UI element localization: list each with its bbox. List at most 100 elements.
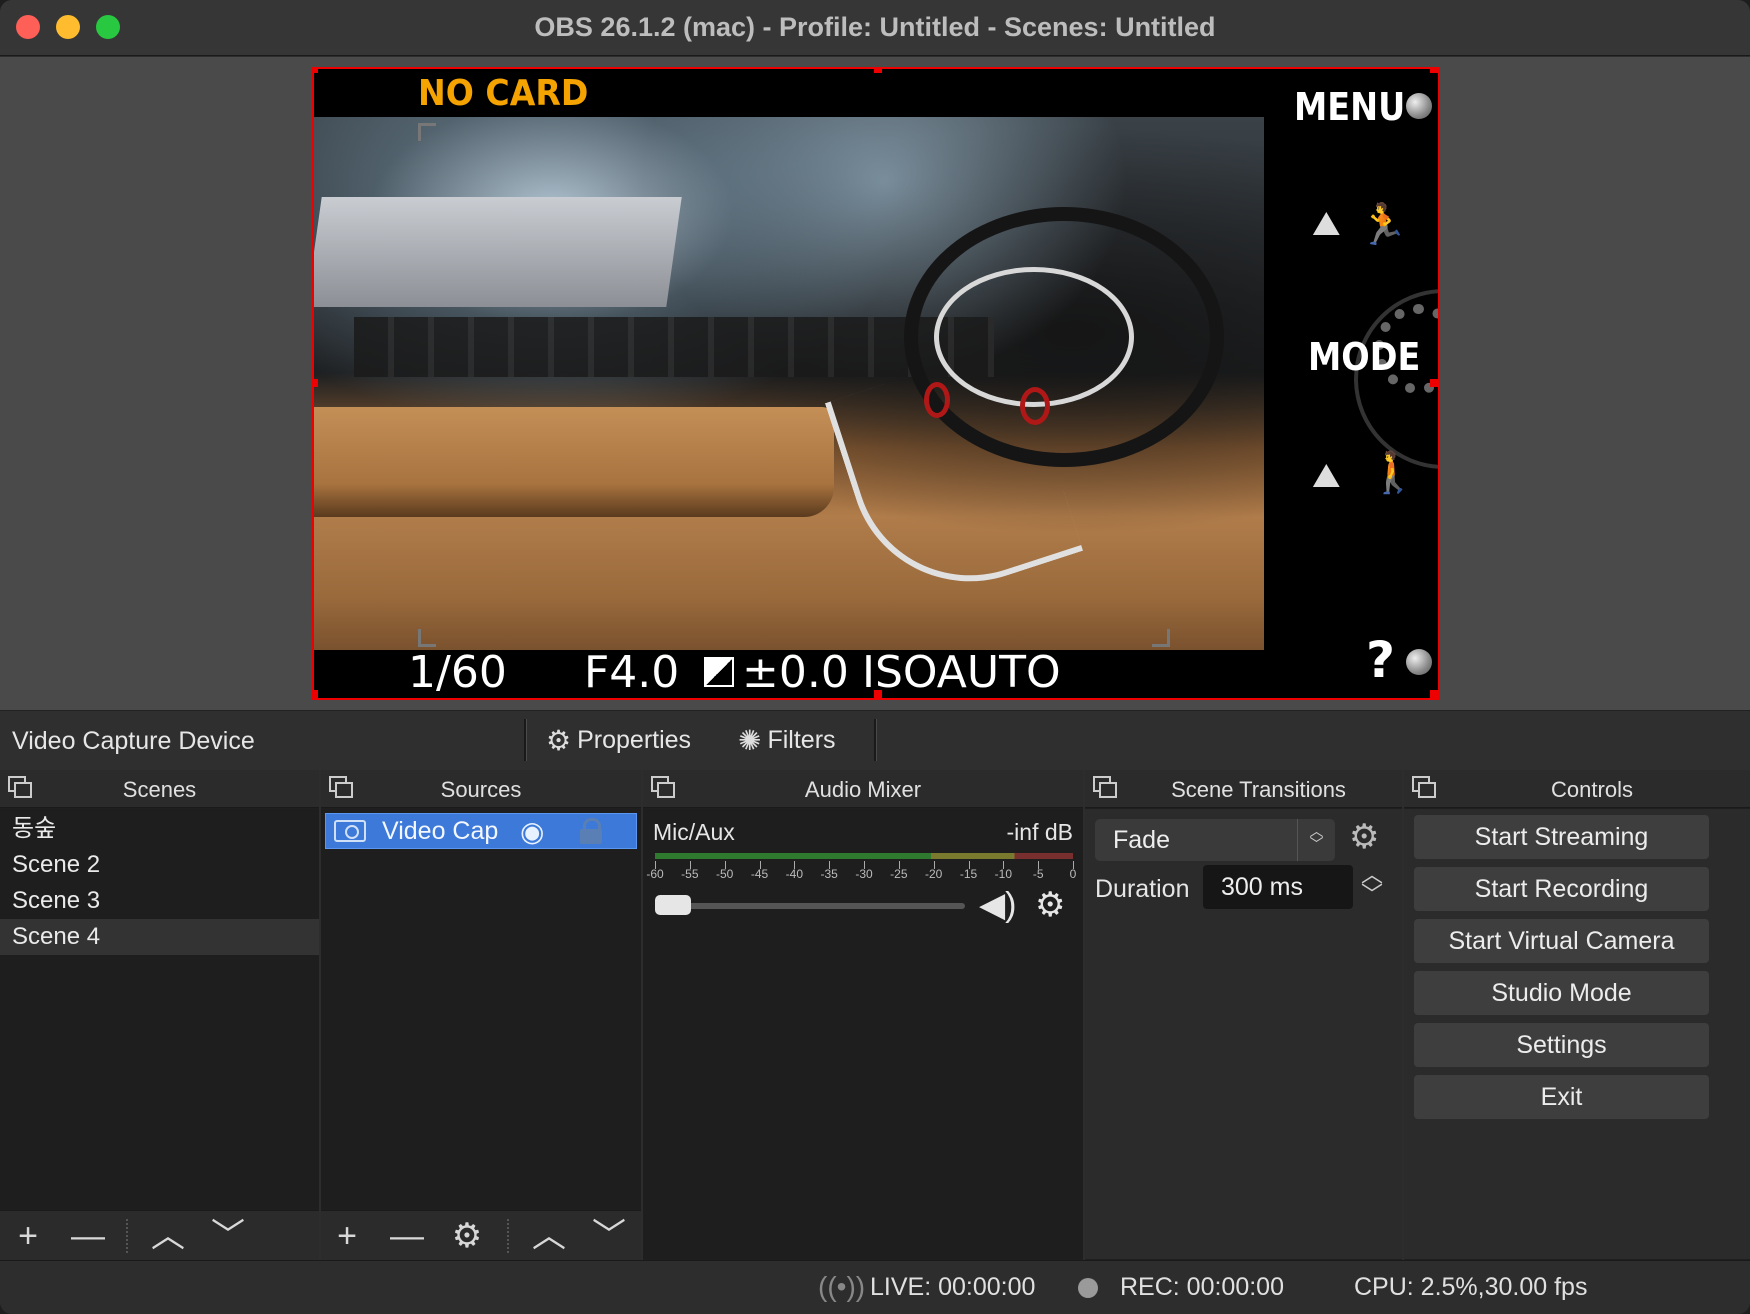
filters-button[interactable]: ✺ Filters (738, 723, 836, 757)
exposure-value: ±0.0 (742, 647, 849, 698)
transitions-title: Scene Transitions (1171, 777, 1346, 802)
volume-meter (655, 853, 1073, 859)
filter-icon: ✺ (738, 724, 762, 756)
source-toolbar: Video Capture Device ⚙ Properties ✺ Filt… (0, 710, 1750, 770)
start-virtual-camera-button[interactable]: Start Virtual Camera (1414, 919, 1709, 963)
controls-title: Controls (1551, 777, 1633, 802)
controls-dock: Controls Start Streaming Start Recording… (1404, 770, 1750, 1260)
speaker-icon[interactable]: ◀) (979, 885, 1016, 925)
sources-title: Sources (440, 777, 522, 802)
meter-tick-label: -40 (785, 867, 803, 881)
start-recording-button[interactable]: Start Recording (1414, 867, 1709, 911)
resize-handle[interactable] (1430, 379, 1438, 387)
exit-button[interactable]: Exit (1414, 1075, 1709, 1119)
toolbar-separator (507, 1219, 509, 1253)
studio-mode-button[interactable]: Studio Mode (1414, 971, 1709, 1015)
focus-corner-tl (418, 123, 436, 141)
help-label: ? (1366, 631, 1396, 689)
audio-mixer-dock-header: Audio Mixer (643, 770, 1083, 808)
resize-handle[interactable] (874, 690, 882, 698)
resize-handle[interactable] (314, 690, 318, 698)
running-person-icon: 🏃 (1358, 203, 1408, 247)
scene-item[interactable]: Scene 2 (0, 847, 319, 883)
iso-value: ISOAUTO (862, 647, 1061, 698)
visibility-eye-icon[interactable]: ◉ (520, 815, 544, 848)
landscape-icon: ⛰ (1312, 457, 1341, 495)
resize-handle[interactable] (874, 69, 882, 73)
mode-label: MODE (1308, 335, 1421, 379)
start-streaming-button[interactable]: Start Streaming (1414, 815, 1709, 859)
resize-handle[interactable] (314, 69, 318, 73)
status-bar: ((•)) LIVE: 00:00:00 REC: 00:00:00 CPU: … (0, 1260, 1750, 1314)
resize-handle[interactable] (1430, 69, 1438, 73)
meter-tick-label: -60 (646, 867, 664, 881)
move-source-up-button[interactable]: ︿ (529, 1217, 569, 1255)
add-source-button[interactable]: + (327, 1217, 367, 1255)
scene-item-selected[interactable]: Scene 4 (0, 919, 319, 955)
volume-slider[interactable] (655, 903, 965, 909)
live-broadcast-icon: ((•)) (818, 1271, 866, 1302)
sources-toolbar: + — ⚙ ︿ ﹀ (321, 1210, 641, 1260)
remove-source-button[interactable]: — (387, 1217, 427, 1255)
move-scene-up-button[interactable]: ︿ (148, 1217, 188, 1255)
resize-handle[interactable] (314, 379, 318, 387)
meter-tick-label: -10 (994, 867, 1012, 881)
camera-icon (334, 820, 366, 842)
toolbar-separator (524, 719, 527, 761)
scenes-toolbar: + — ︿ ﹀ (0, 1210, 319, 1260)
gear-icon[interactable]: ⚙ (1349, 817, 1379, 857)
meter-tick-label: -45 (750, 867, 769, 881)
preview-canvas[interactable]: NO CARD MENU ⛰ 🏃 MODE ⛰ 🚶 ? 1/60 F4.0 ±0… (312, 67, 1440, 700)
sources-dock: Sources Video Cap ◉ + — ⚙ ︿ ﹀ (321, 770, 641, 1260)
scenes-dock: Scenes 동숲 Scene 2 Scene 3 Scene 4 + — ︿ … (0, 770, 319, 1260)
properties-button[interactable]: ⚙ Properties (546, 723, 691, 757)
meter-tick-label: -5 (1032, 867, 1044, 881)
scenes-title: Scenes (122, 777, 197, 802)
aperture: F4.0 (584, 647, 680, 698)
title-bar: OBS 26.1.2 (mac) - Profile: Untitled - S… (0, 0, 1750, 56)
add-scene-button[interactable]: + (8, 1217, 48, 1255)
channel-level: -inf dB (1006, 819, 1073, 845)
source-item[interactable]: Video Cap ◉ (325, 813, 637, 849)
duration-field[interactable]: 300 ms (1203, 865, 1353, 909)
scenes-list: 동숲 Scene 2 Scene 3 Scene 4 (0, 809, 319, 1209)
gear-icon: ⚙ (546, 724, 572, 756)
move-source-down-button[interactable]: ﹀ (589, 1217, 629, 1255)
camera-feed-image (314, 117, 1264, 650)
focus-corner-br (1152, 629, 1170, 647)
audio-mixer-dock: Audio Mixer Mic/Aux -inf dB -60 -55 -50 -45… (643, 770, 1083, 1260)
no-card-label: NO CARD (418, 73, 589, 114)
scene-item[interactable]: 동숲 (0, 811, 319, 847)
settings-button[interactable]: Settings (1414, 1023, 1709, 1067)
audio-mixer-title: Audio Mixer (804, 777, 922, 802)
meter-tick-label: -15 (959, 867, 978, 881)
lock-icon[interactable] (580, 818, 602, 844)
focus-corner-bl (418, 629, 436, 647)
toolbar-separator (126, 1219, 128, 1253)
menu-label: MENU (1294, 85, 1406, 129)
meter-tick-label: -50 (715, 867, 734, 881)
move-scene-down-button[interactable]: ﹀ (208, 1217, 248, 1255)
resize-handle[interactable] (1430, 690, 1438, 698)
meter-tick-label: 0 (1069, 867, 1077, 881)
transitions-body: Fade ︿ ﹀ ⚙ Duration 300 ms ︿ ﹀ (1085, 809, 1402, 1259)
volume-slider-handle[interactable] (655, 895, 691, 915)
source-properties-button[interactable]: ⚙ (447, 1217, 487, 1255)
sources-dock-header: Sources (321, 770, 641, 808)
transitions-dock-header: Scene Transitions (1085, 770, 1402, 808)
cpu-status: CPU: 2.5%,30.00 fps (1354, 1273, 1588, 1301)
duration-stepper[interactable]: ︿ ﹀ (1357, 864, 1387, 909)
exposure-comp-icon (704, 657, 734, 687)
scene-item[interactable]: Scene 3 (0, 883, 319, 919)
shutter-speed: 1/60 (408, 647, 507, 698)
landscape-portrait-icon: ⛰ (1312, 205, 1341, 243)
gear-icon[interactable]: ⚙ (1035, 885, 1065, 925)
transition-select[interactable]: Fade ︿ ﹀ (1095, 819, 1335, 861)
source-name: Video Cap (382, 817, 499, 845)
meter-tick-label: -25 (890, 867, 908, 881)
record-dot-icon (1078, 1278, 1098, 1298)
preview-area[interactable]: NO CARD MENU ⛰ 🏃 MODE ⛰ 🚶 ? 1/60 F4.0 ±0… (0, 57, 1750, 710)
remove-scene-button[interactable]: — (68, 1217, 108, 1255)
meter-tick-label: -20 (924, 867, 943, 881)
meter-tick-label: -30 (855, 867, 873, 881)
